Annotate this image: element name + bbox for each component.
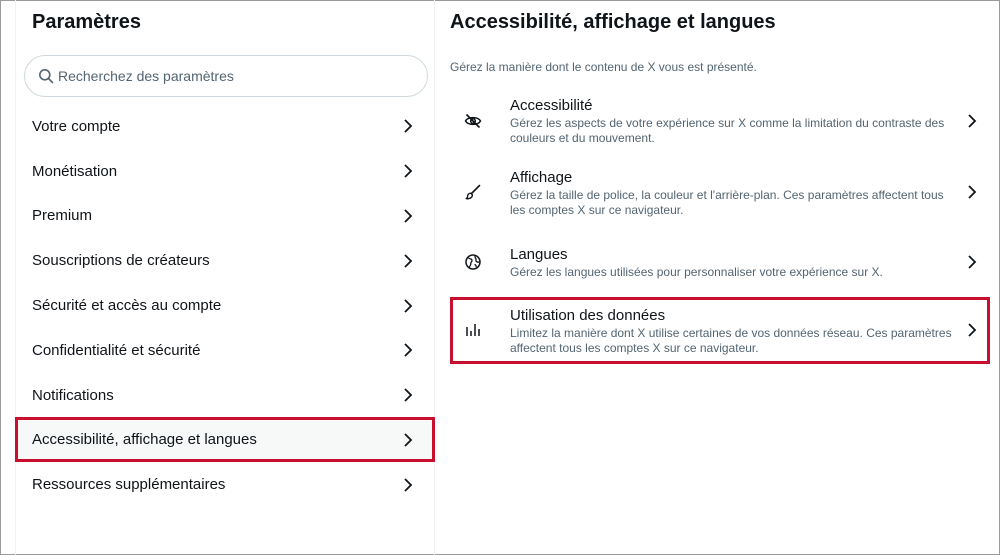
- option-utilisation-donnees[interactable]: Utilisation des données Limitez la maniè…: [450, 305, 990, 361]
- menu-item-label: Monétisation: [32, 162, 118, 180]
- option-description: Gérez les aspects de votre expérience su…: [510, 116, 945, 145]
- brush-icon: [464, 183, 482, 201]
- chevron-right-icon: [399, 431, 417, 449]
- option-label: Utilisation des données: [510, 307, 666, 324]
- menu-item-label: Premium: [32, 207, 93, 225]
- chevron-right-icon: [963, 253, 981, 271]
- menu-item-securite-acces[interactable]: Sécurité et accès au compte: [16, 283, 434, 328]
- bar-chart-icon: [464, 321, 482, 339]
- panel-title: Accessibilité, affichage et langues: [450, 11, 776, 33]
- option-label: Langues: [510, 246, 568, 263]
- option-description: Gérez la taille de police, la couleur et…: [510, 188, 944, 217]
- menu-item-label: Notifications: [32, 386, 114, 404]
- chevron-right-icon: [963, 112, 981, 130]
- menu-item-label: Confidentialité et sécurité: [32, 341, 201, 359]
- chevron-right-icon: [399, 252, 417, 270]
- menu-item-confidentialite[interactable]: Confidentialité et sécurité: [16, 328, 434, 373]
- option-description: Limitez la manière dont X utilise certai…: [510, 326, 952, 355]
- settings-menu: Votre compte Monétisation Premium Souscr…: [16, 104, 434, 507]
- menu-item-accessibilite[interactable]: Accessibilité, affichage et langues: [16, 417, 434, 463]
- settings-sidebar: Paramètres Votre compte Monétisation Pre…: [15, 0, 435, 555]
- menu-item-label: Sécurité et accès au compte: [32, 297, 222, 315]
- menu-item-label: Ressources supplémentaires: [32, 476, 226, 494]
- menu-item-ressources[interactable]: Ressources supplémentaires: [16, 462, 434, 507]
- chevron-right-icon: [399, 341, 417, 359]
- eye-slash-icon: [464, 112, 482, 130]
- menu-item-votre-compte[interactable]: Votre compte: [16, 104, 434, 149]
- chevron-right-icon: [399, 162, 417, 180]
- search-icon: [38, 68, 54, 84]
- chevron-right-icon: [963, 183, 981, 201]
- chevron-right-icon: [399, 207, 417, 225]
- menu-item-label: Votre compte: [32, 117, 121, 135]
- option-accessibilite[interactable]: Accessibilité Gérez les aspects de votre…: [450, 96, 990, 152]
- option-label: Affichage: [510, 169, 573, 186]
- menu-item-notifications[interactable]: Notifications: [16, 373, 434, 418]
- chevron-right-icon: [399, 297, 417, 315]
- menu-item-monetisation[interactable]: Monétisation: [16, 149, 434, 194]
- chevron-right-icon: [963, 321, 981, 339]
- settings-detail-panel: Accessibilité, affichage et langues Gére…: [436, 0, 1000, 555]
- globe-icon: [464, 253, 482, 271]
- option-description: Gérez les langues utilisées pour personn…: [510, 265, 883, 279]
- search-input[interactable]: [58, 68, 398, 84]
- panel-subtitle: Gérez la manière dont le contenu de X vo…: [450, 60, 757, 74]
- chevron-right-icon: [399, 476, 417, 494]
- chevron-right-icon: [399, 386, 417, 404]
- menu-item-label: Souscriptions de créateurs: [32, 252, 210, 270]
- menu-item-premium[interactable]: Premium: [16, 194, 434, 239]
- option-label: Accessibilité: [510, 97, 593, 114]
- menu-item-label: Accessibilité, affichage et langues: [32, 431, 257, 449]
- option-affichage[interactable]: Affichage Gérez la taille de police, la …: [450, 167, 990, 223]
- option-langues[interactable]: Langues Gérez les langues utilisées pour…: [450, 244, 990, 284]
- search-box[interactable]: [24, 55, 428, 97]
- chevron-right-icon: [399, 117, 417, 135]
- settings-title: Paramètres: [32, 11, 141, 33]
- menu-item-souscriptions[interactable]: Souscriptions de créateurs: [16, 238, 434, 283]
